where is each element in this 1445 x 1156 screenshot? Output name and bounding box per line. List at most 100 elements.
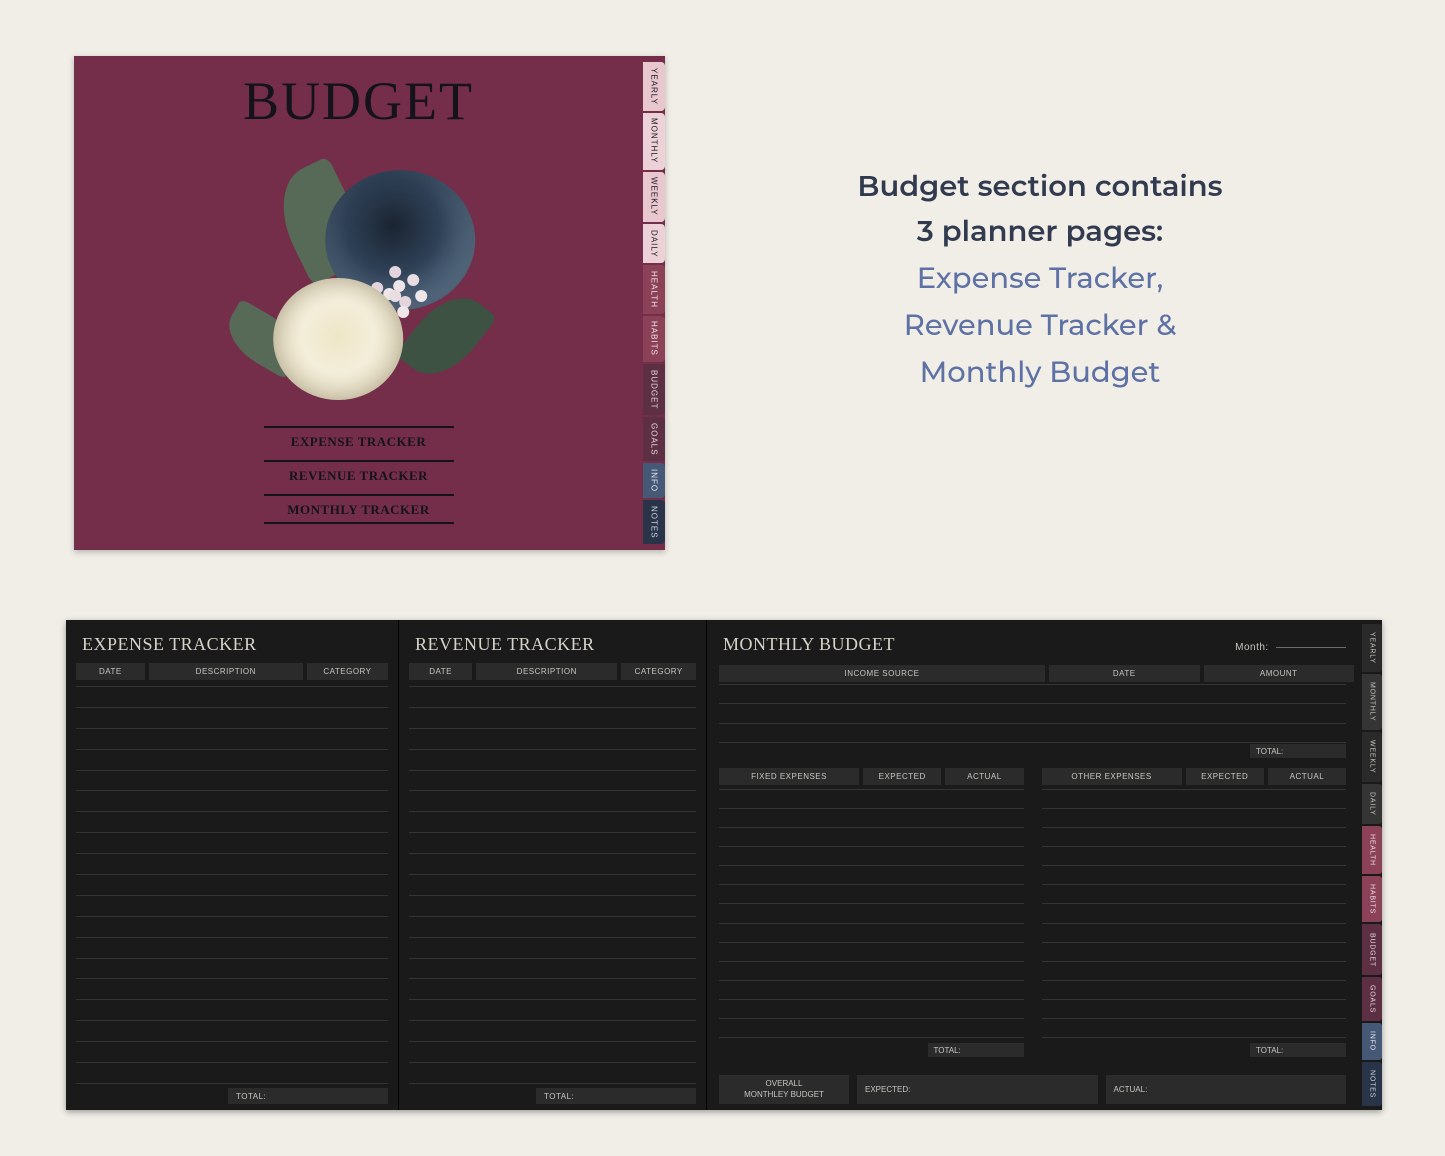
row-line <box>719 846 1024 847</box>
row-line <box>409 770 696 771</box>
cover-tab-notes[interactable]: NOTES <box>643 500 665 544</box>
page-title: EXPENSE TRACKER <box>66 620 398 663</box>
row-line <box>1042 942 1347 943</box>
row-line <box>1042 846 1347 847</box>
strip-tab-info[interactable]: INFO <box>1362 1023 1382 1059</box>
row-line <box>409 707 696 708</box>
fixed-expenses-col: FIXED EXPENSES EXPECTED ACTUAL TOTAL: <box>719 768 1024 1057</box>
row-line <box>719 942 1024 943</box>
col-fixed: FIXED EXPENSES <box>719 768 859 785</box>
row-line <box>719 703 1346 704</box>
row-line <box>76 1083 388 1084</box>
cover-link-revenue[interactable]: REVENUE TRACKER <box>264 460 454 490</box>
strip-tab-weekly[interactable]: WEEKLY <box>1362 732 1382 782</box>
row-line <box>76 916 388 917</box>
row-line <box>76 937 388 938</box>
page-monthly: MONTHLY BUDGET Month: INCOME SOURCE DATE… <box>706 620 1382 1110</box>
canvas: BUDGET EXPENSE TRACKER REVENUE TRACKER M… <box>0 0 1445 1156</box>
row-line <box>719 1037 1024 1038</box>
description-block: Budget section contains 3 planner pages:… <box>760 165 1320 396</box>
fixed-total: TOTAL: <box>928 1043 1024 1057</box>
row-line <box>409 749 696 750</box>
table-header: DATE DESCRIPTION CATEGORY <box>66 663 398 680</box>
col-actual: ACTUAL <box>1268 768 1346 785</box>
page-revenue: REVENUE TRACKER DATE DESCRIPTION CATEGOR… <box>398 620 706 1110</box>
cover-title: BUDGET <box>74 70 643 132</box>
overall-line1: OVERALL <box>766 1079 803 1089</box>
col-cat: CATEGORY <box>621 663 696 680</box>
row-line <box>76 749 388 750</box>
fixed-header: FIXED EXPENSES EXPECTED ACTUAL <box>719 768 1024 785</box>
col-date: DATE <box>76 663 145 680</box>
page-title: REVENUE TRACKER <box>399 620 706 663</box>
row-line <box>1042 999 1347 1000</box>
income-rows <box>719 684 1346 742</box>
page-title: MONTHLY BUDGET <box>723 634 895 655</box>
strip-tab-daily[interactable]: DAILY <box>1362 784 1382 824</box>
row-line <box>409 790 696 791</box>
row-line <box>409 686 696 687</box>
row-line <box>1042 1018 1347 1019</box>
row-line <box>409 1083 696 1084</box>
row-line <box>719 1018 1024 1019</box>
row-line <box>719 923 1024 924</box>
desc-line: Budget section contains <box>760 165 1320 210</box>
overall-line2: MONTHLEY BUDGET <box>744 1090 824 1100</box>
flower-cream-icon <box>273 278 403 400</box>
row-line <box>409 811 696 812</box>
row-line <box>1042 884 1347 885</box>
row-line <box>1042 827 1347 828</box>
col-expected: EXPECTED <box>1186 768 1264 785</box>
row-line <box>76 978 388 979</box>
col-actual: ACTUAL <box>945 768 1023 785</box>
row-line <box>409 999 696 1000</box>
row-line <box>409 895 696 896</box>
strip-tab-notes[interactable]: NOTES <box>1362 1062 1382 1106</box>
row-line <box>719 827 1024 828</box>
cover-tab-yearly[interactable]: YEARLY <box>643 62 665 111</box>
month-label-text: Month: <box>1235 642 1269 653</box>
strip-tab-health[interactable]: HEALTH <box>1362 826 1382 874</box>
row-line <box>409 978 696 979</box>
row-line <box>1042 980 1347 981</box>
income-header: INCOME SOURCE DATE AMOUNT <box>707 665 1382 682</box>
month-label: Month: <box>1235 642 1346 653</box>
cover-links: EXPENSE TRACKER REVENUE TRACKER MONTHLY … <box>74 426 643 524</box>
row-line <box>76 707 388 708</box>
cover-tab-info[interactable]: INFO <box>643 463 665 498</box>
table-rows <box>76 686 388 1084</box>
strip-tab-monthly[interactable]: MONTHLY <box>1362 674 1382 730</box>
strip-tab-yearly[interactable]: YEARLY <box>1362 624 1382 672</box>
monthly-footer: OVERALL MONTHLEY BUDGET EXPECTED: ACTUAL… <box>719 1075 1346 1104</box>
cover-tab-budget[interactable]: BUDGET <box>643 364 665 415</box>
strip-tab-goals[interactable]: GOALS <box>1362 977 1382 1021</box>
other-expenses-col: OTHER EXPENSES EXPECTED ACTUAL TOTAL: <box>1042 768 1347 1057</box>
col-amount: AMOUNT <box>1204 665 1354 682</box>
cover-tab-health[interactable]: HEALTH <box>643 265 665 314</box>
month-input-line[interactable] <box>1276 647 1346 648</box>
row-line <box>76 728 388 729</box>
row-line <box>719 808 1024 809</box>
row-line <box>409 1041 696 1042</box>
floral-illustration <box>245 160 485 400</box>
strip-tab-habits[interactable]: HABITS <box>1362 876 1382 922</box>
row-line <box>719 961 1024 962</box>
row-line <box>409 1062 696 1063</box>
cover-tab-daily[interactable]: DAILY <box>643 224 665 263</box>
strip-side-tabs: YEARLYMONTHLYWEEKLYDAILYHEALTHHABITSBUDG… <box>1362 624 1382 1106</box>
col-desc: DESCRIPTION <box>476 663 617 680</box>
other-rows <box>1042 789 1347 1037</box>
cover-side-tabs: YEARLYMONTHLYWEEKLYDAILYHEALTHHABITSBUDG… <box>643 62 665 544</box>
other-header: OTHER EXPENSES EXPECTED ACTUAL <box>1042 768 1347 785</box>
strip-tab-budget[interactable]: BUDGET <box>1362 924 1382 974</box>
cover-link-monthly[interactable]: MONTHLY TRACKER <box>264 494 454 524</box>
cover-tab-goals[interactable]: GOALS <box>643 417 665 461</box>
cover-link-expense[interactable]: EXPENSE TRACKER <box>264 426 454 456</box>
row-line <box>409 937 696 938</box>
cover-tab-weekly[interactable]: WEEKLY <box>643 172 665 222</box>
col-income: INCOME SOURCE <box>719 665 1045 682</box>
cover-tab-monthly[interactable]: MONTHLY <box>643 113 665 170</box>
row-line <box>719 684 1346 685</box>
cover-tab-habits[interactable]: HABITS <box>643 316 665 362</box>
row-line <box>719 999 1024 1000</box>
